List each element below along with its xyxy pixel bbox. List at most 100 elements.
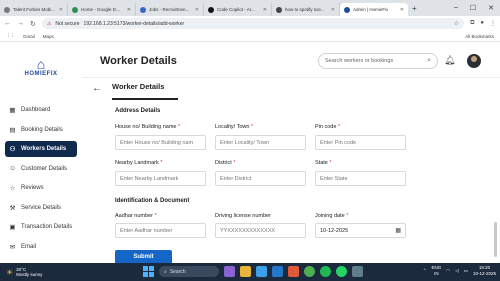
url-field[interactable]: ⚠ Not secure 192.168.1.23:5173/worker-de… (41, 18, 465, 29)
page-scrollbar[interactable] (494, 222, 497, 257)
edge-icon[interactable] (256, 266, 267, 277)
whatsapp-icon[interactable] (336, 266, 347, 277)
battery-icon[interactable]: ▭ (464, 268, 468, 274)
tab-underline (112, 98, 178, 100)
minimize-icon[interactable]: – (454, 4, 458, 12)
identification-heading: Identification & Document (115, 198, 190, 204)
windows-start-icon[interactable] (143, 266, 154, 277)
close-icon[interactable]: ✕ (127, 7, 131, 13)
calendar-icon[interactable]: ▦ (395, 227, 401, 234)
tab-title: Code Copilot - Ar... (217, 7, 255, 12)
profile-icon[interactable]: ● (480, 20, 484, 27)
security-label: Not secure (55, 20, 80, 27)
sidebar-item-dashboard[interactable]: ▦ Dashboard (5, 102, 77, 118)
aadhar-field[interactable]: Enter Aadhar number (115, 223, 206, 238)
sidebar-item-label: Service Details (21, 204, 62, 211)
joining-date-field[interactable]: 10-12-2025 ▦ (315, 223, 406, 238)
terminal-icon[interactable] (352, 266, 363, 277)
reload-icon[interactable]: ↻ (30, 20, 36, 28)
aadhar-label: Aadhar number * (115, 213, 157, 219)
pincode-field[interactable]: Enter Pin code (315, 135, 406, 150)
apps-grid-icon[interactable]: ⋮⋮ (6, 33, 15, 39)
chrome-icon[interactable] (304, 266, 315, 277)
avatar[interactable] (467, 54, 481, 68)
close-icon[interactable]: ✕ (331, 7, 335, 13)
house-field[interactable]: Enter House no/ Building nam (115, 135, 206, 150)
locality-field[interactable]: Enter Locality/ Town (215, 135, 306, 150)
calendar-icon: ▤ (9, 126, 16, 134)
license-field[interactable]: YYXXXXXXXXXXXXX (215, 223, 306, 238)
brand-logo[interactable]: ⌂ HOMIEFIX (23, 57, 59, 77)
bookmarks-bar: ⋮⋮ Gmail Maps All Bookmarks (0, 31, 500, 42)
weather-widget[interactable]: ☀ 30°C Mostly sunny (0, 267, 110, 278)
sidebar-item-email[interactable]: ✉ Email (5, 239, 77, 255)
house-label: House no/ Building name * (115, 124, 181, 130)
sidebar-item-label: Dashboard (21, 107, 51, 113)
taskbar-search[interactable]: ⌕ Search (159, 266, 219, 277)
favicon-icon (140, 6, 146, 13)
close-icon[interactable]: ✕ (195, 7, 199, 13)
language-indicator[interactable]: ENG IN (432, 265, 442, 277)
tab-title: Jobs - Recruitmen... (149, 7, 190, 12)
system-tray: ⌃ ENG IN ◠ ◁ ▭ 15:20 10-12-2025 (423, 265, 496, 277)
close-icon[interactable]: ✕ (59, 7, 63, 13)
landmark-field[interactable]: Enter Nearby Landmark (115, 171, 206, 186)
all-bookmarks[interactable]: All Bookmarks (465, 34, 494, 39)
bookmark-maps[interactable]: Maps (43, 34, 54, 39)
browser-tab[interactable]: Talent Forbes Mobi... ✕ (0, 3, 68, 16)
not-secure-icon: ⚠ (46, 20, 52, 27)
close-window-icon[interactable]: ✕ (488, 4, 494, 12)
store-icon[interactable] (288, 266, 299, 277)
license-label: Driving license number (215, 213, 271, 219)
browser-tab-active[interactable]: Admin | HomieFix ✕ (340, 3, 408, 16)
file-explorer-icon[interactable] (240, 266, 251, 277)
bell-icon[interactable]: 🔔︎ (444, 55, 455, 66)
taskview-icon[interactable] (224, 266, 235, 277)
submit-button[interactable]: Submit (115, 250, 172, 264)
sun-icon: ☀ (6, 267, 14, 277)
sidebar-item-label: Booking Details (21, 126, 63, 133)
sidebar-item-label: Customer Details (21, 165, 68, 172)
tray-chevron-icon[interactable]: ⌃ (423, 268, 427, 274)
browser-tab[interactable]: how to spotify sce... ✕ (272, 3, 340, 16)
maximize-icon[interactable]: ☐ (470, 4, 476, 12)
bookmark-star-icon[interactable]: ☆ (454, 20, 459, 27)
sidebar-item-label: Workers Details (21, 146, 67, 152)
extensions-icon[interactable]: ⧉ (470, 20, 474, 27)
close-icon[interactable]: ✕ (263, 7, 267, 13)
sidebar-item-reviews[interactable]: ☆ Reviews (5, 180, 77, 196)
browser-tab[interactable]: Home - Google D... ✕ (68, 3, 136, 16)
favicon-icon (72, 6, 78, 13)
back-arrow-icon[interactable]: ← (88, 80, 106, 98)
back-nav-icon[interactable]: ← (4, 20, 11, 27)
browser-tab[interactable]: Jobs - Recruitmen... ✕ (136, 3, 204, 16)
browser-tab[interactable]: Code Copilot - Ar... ✕ (204, 3, 272, 16)
state-field[interactable]: Enter State (315, 171, 406, 186)
district-field[interactable]: Enter District (215, 171, 306, 186)
sidebar-item-booking-details[interactable]: ▤ Booking Details (5, 122, 77, 138)
address-details-heading: Address Details (115, 108, 161, 114)
search-input[interactable]: Search workers or bookings ⌕ (318, 53, 438, 69)
favicon-icon (344, 6, 350, 13)
sidebar-item-customer-details[interactable]: ☺ Customer Details (5, 161, 77, 177)
tab-worker-details[interactable]: Worker Details (112, 82, 164, 95)
volume-icon[interactable]: ◁ (455, 268, 458, 274)
sidebar-item-workers-details[interactable]: ⚇ Workers Details (5, 141, 77, 157)
sidebar: ⌂ HOMIEFIX ▦ Dashboard ▤ Booking Details ⚇… (0, 42, 82, 263)
forward-nav-icon[interactable]: → (17, 20, 24, 27)
menu-dots-icon[interactable]: ⋮ (490, 20, 496, 27)
clock[interactable]: 15:20 10-12-2025 (473, 265, 496, 277)
close-icon[interactable]: ✕ (400, 7, 404, 13)
user-icon: ☺ (9, 165, 16, 172)
vscode-icon[interactable] (272, 266, 283, 277)
sidebar-item-service-details[interactable]: ⚒ Service Details (5, 200, 77, 216)
mail-icon: ✉ (9, 243, 16, 251)
bookmark-gmail[interactable]: Gmail (23, 34, 35, 39)
spotify-icon[interactable] (320, 266, 331, 277)
grid-icon: ▦ (9, 107, 16, 114)
sidebar-item-transaction-details[interactable]: ▣ Transaction Details (5, 219, 77, 235)
new-tab-button[interactable]: + (412, 4, 417, 13)
wifi-icon[interactable]: ◠ (446, 268, 450, 274)
joining-date-label: Joining date * (315, 213, 349, 219)
date: 10-12-2025 (472, 271, 496, 276)
